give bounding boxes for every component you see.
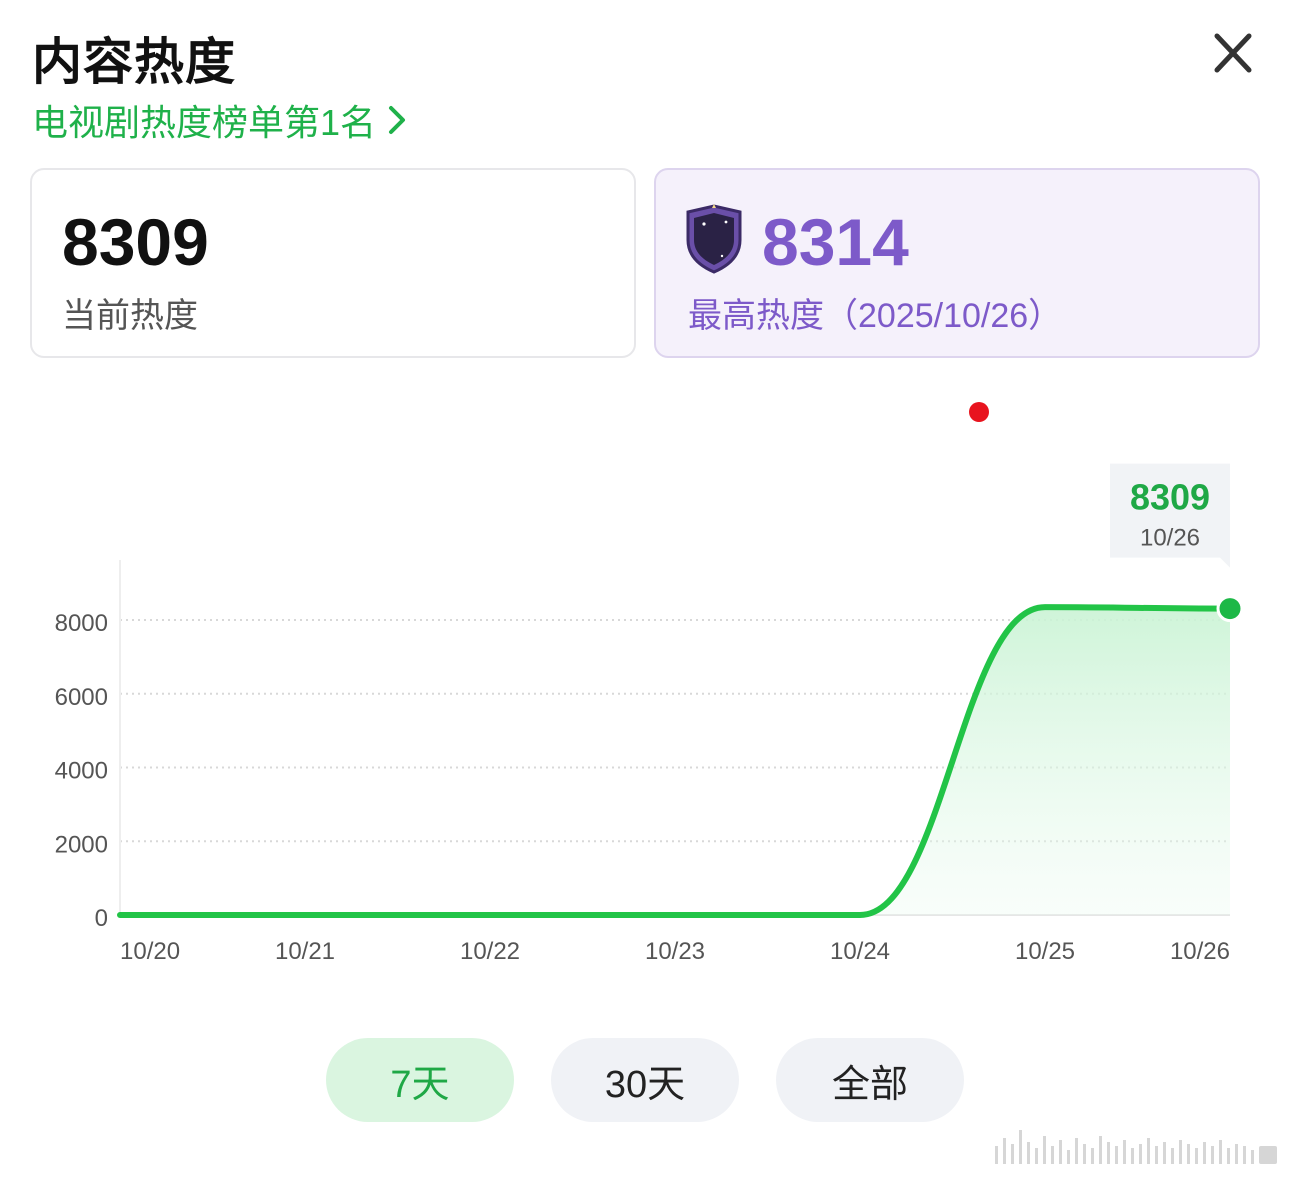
tooltip-date: 10/26 <box>1140 525 1200 552</box>
y-tick-label: 0 <box>95 905 108 932</box>
series-area <box>120 607 1230 915</box>
range-all-button[interactable]: 全部 <box>776 1038 964 1122</box>
rank-link-label: 电视剧热度榜单第1名 <box>32 102 377 143</box>
x-tick-label: 10/20 <box>120 938 180 965</box>
current-heat-value: 8309 <box>62 205 209 279</box>
hall-of-fame-badge-icon <box>686 204 742 274</box>
y-tick-label: 8000 <box>55 610 108 637</box>
x-tick-label: 10/26 <box>1170 938 1230 965</box>
range-7-days-button[interactable]: 7天 <box>326 1038 514 1122</box>
red-dot-indicator <box>969 402 989 422</box>
y-tick-label: 6000 <box>55 684 108 711</box>
watermark-icon <box>995 1130 1277 1164</box>
x-tick-label: 10/23 <box>645 938 705 965</box>
close-button[interactable] <box>1205 26 1261 82</box>
x-tick-label: 10/24 <box>830 938 890 965</box>
range-30-days-button[interactable]: 30天 <box>551 1038 739 1122</box>
y-tick-label: 2000 <box>55 831 108 858</box>
rank-link[interactable]: 电视剧热度榜单第1名 <box>32 94 408 146</box>
tooltip-value: 8309 <box>1130 477 1210 518</box>
y-tick-label: 4000 <box>55 758 108 785</box>
peak-heat-value: 8314 <box>762 205 909 279</box>
current-heat-card: 8309 当前热度 <box>30 168 636 358</box>
x-tick-label: 10/25 <box>1015 938 1075 965</box>
peak-heat-card: 8314 最高热度（2025/10/26） <box>654 168 1260 358</box>
x-tick-label: 10/22 <box>460 938 520 965</box>
page-title: 内容热度 <box>32 34 236 90</box>
x-tick-label: 10/21 <box>275 938 335 965</box>
highlight-point[interactable] <box>1216 595 1244 623</box>
close-icon <box>1214 33 1252 73</box>
chevron-right-icon <box>389 106 406 134</box>
current-heat-label: 当前热度 <box>62 297 198 335</box>
peak-heat-label: 最高热度（2025/10/26） <box>688 297 1063 335</box>
heat-trend-chart: 0 2000 4000 6000 8000 10/20 10/21 10/22 10/23 10/… <box>55 402 1244 965</box>
